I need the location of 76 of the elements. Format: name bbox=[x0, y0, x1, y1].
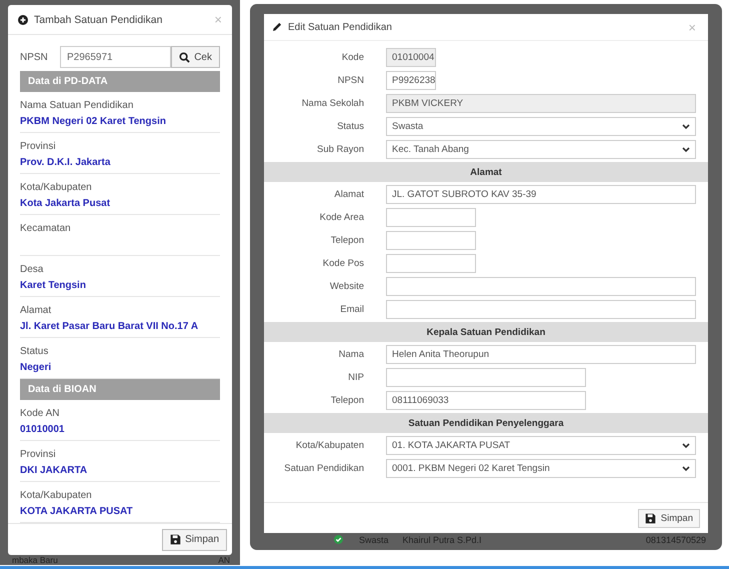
field-value: Karet Tengsin bbox=[20, 280, 86, 292]
text-field[interactable] bbox=[386, 254, 476, 273]
check-button[interactable]: Cek bbox=[171, 46, 220, 68]
text-field[interactable] bbox=[386, 368, 586, 387]
section-header: Alamat bbox=[264, 162, 708, 182]
text-field[interactable]: 08111069033 bbox=[386, 391, 586, 410]
section-header: Satuan Pendidikan Penyelenggara bbox=[264, 413, 708, 433]
chevron-down-icon bbox=[682, 466, 690, 472]
save-button[interactable]: Simpan bbox=[162, 528, 227, 551]
field-label: Nama Satuan Pendidikan bbox=[20, 100, 134, 112]
field-label: Kota/Kabupaten bbox=[20, 182, 92, 194]
field-label: Kode bbox=[340, 52, 364, 63]
field-label: Website bbox=[328, 281, 364, 292]
field-label: Nama bbox=[338, 349, 364, 360]
dialog-title: Edit Satuan Pendidikan bbox=[288, 22, 393, 32]
field-label: Telepon bbox=[330, 395, 364, 406]
dropdown-select[interactable]: 01. KOTA JAKARTA PUSAT bbox=[386, 436, 696, 455]
text-field[interactable]: P9926238 bbox=[386, 71, 436, 90]
table-cell: 081314570529 bbox=[646, 534, 706, 544]
text-field[interactable]: Helen Anita Theorupun bbox=[386, 345, 696, 364]
dropdown-select[interactable]: Kec. Tanah Abang bbox=[386, 140, 696, 159]
text-field[interactable] bbox=[386, 277, 696, 296]
search-icon bbox=[179, 52, 190, 63]
table-cell: AN bbox=[218, 555, 230, 565]
field-label: Provinsi bbox=[20, 449, 56, 460]
check-circle-icon bbox=[334, 535, 343, 544]
section-header: Data di BIOAN bbox=[20, 379, 220, 400]
readonly-field: PKBM VICKERY bbox=[386, 94, 696, 113]
field-label: Status bbox=[20, 346, 48, 358]
table-cell-text: Khairul Putra S.Pd.I bbox=[402, 534, 483, 544]
field-value: Jl. Karet Pasar Baru Barat VII No.17 A bbox=[20, 321, 198, 332]
text-field[interactable] bbox=[386, 208, 476, 227]
field-label: Alamat bbox=[20, 305, 52, 316]
field-label: NIP bbox=[347, 372, 364, 383]
chevron-down-icon bbox=[682, 442, 690, 448]
chevron-down-icon bbox=[682, 124, 690, 130]
field-label: NPSN bbox=[336, 75, 364, 86]
field-label: Sub Rayon bbox=[316, 144, 364, 155]
dialog-title: Tambah Satuan Pendidikan bbox=[34, 14, 164, 26]
field-label: Alamat bbox=[333, 189, 364, 200]
text-field[interactable] bbox=[386, 231, 476, 250]
dropdown-select[interactable]: Swasta bbox=[386, 117, 696, 136]
field-label: Kecamatan bbox=[20, 223, 71, 234]
text-field[interactable]: JL. GATOT SUBROTO KAV 35-39 bbox=[386, 185, 696, 204]
field-label: Telepon bbox=[330, 235, 364, 246]
npsn-input[interactable]: P2965971 bbox=[60, 46, 172, 68]
chevron-down-icon bbox=[682, 146, 690, 152]
field-label: Status bbox=[336, 121, 364, 132]
field-label: Kode Pos bbox=[322, 258, 364, 269]
pencil-icon bbox=[272, 22, 282, 32]
table-cell: Swasta bbox=[359, 534, 389, 544]
field-value: Kota Jakarta Pusat bbox=[20, 198, 110, 210]
section-header: Kepala Satuan Pendidikan bbox=[264, 322, 708, 342]
field-label: Satuan Pendidikan bbox=[283, 463, 364, 474]
field-value: KOTA JAKARTA PUSAT bbox=[20, 506, 133, 518]
dropdown-select[interactable]: 0001. PKBM Negeri 02 Karet Tengsin bbox=[386, 459, 696, 478]
field-label: Kode AN bbox=[20, 408, 60, 420]
field-value: Negeri bbox=[20, 362, 52, 374]
field-label: Kota/Kabupaten bbox=[294, 440, 364, 451]
section-header: Data di PD-DATA bbox=[20, 71, 220, 92]
readonly-field: 01010004 bbox=[386, 48, 436, 67]
plus-circle-icon bbox=[18, 14, 28, 25]
field-label: Email bbox=[339, 304, 364, 315]
field-value: 01010001 bbox=[20, 424, 64, 436]
field-label: Desa bbox=[20, 264, 44, 276]
text-field[interactable] bbox=[386, 300, 696, 319]
table-cell: mbaka Baru bbox=[12, 555, 58, 565]
field-label: Nama Sekolah bbox=[300, 98, 364, 109]
field-label: Kode Area bbox=[318, 212, 364, 223]
npsn-label: NPSN bbox=[20, 52, 49, 63]
field-value: DKI JAKARTA bbox=[20, 465, 88, 476]
field-label: Provinsi bbox=[20, 141, 56, 152]
field-value: Prov. D.K.I. Jakarta bbox=[20, 157, 110, 168]
field-value: PKBM Negeri 02 Karet Tengsin bbox=[20, 116, 166, 128]
field-label: Kota/Kabupaten bbox=[20, 490, 92, 502]
save-button[interactable]: Simpan bbox=[638, 508, 700, 528]
